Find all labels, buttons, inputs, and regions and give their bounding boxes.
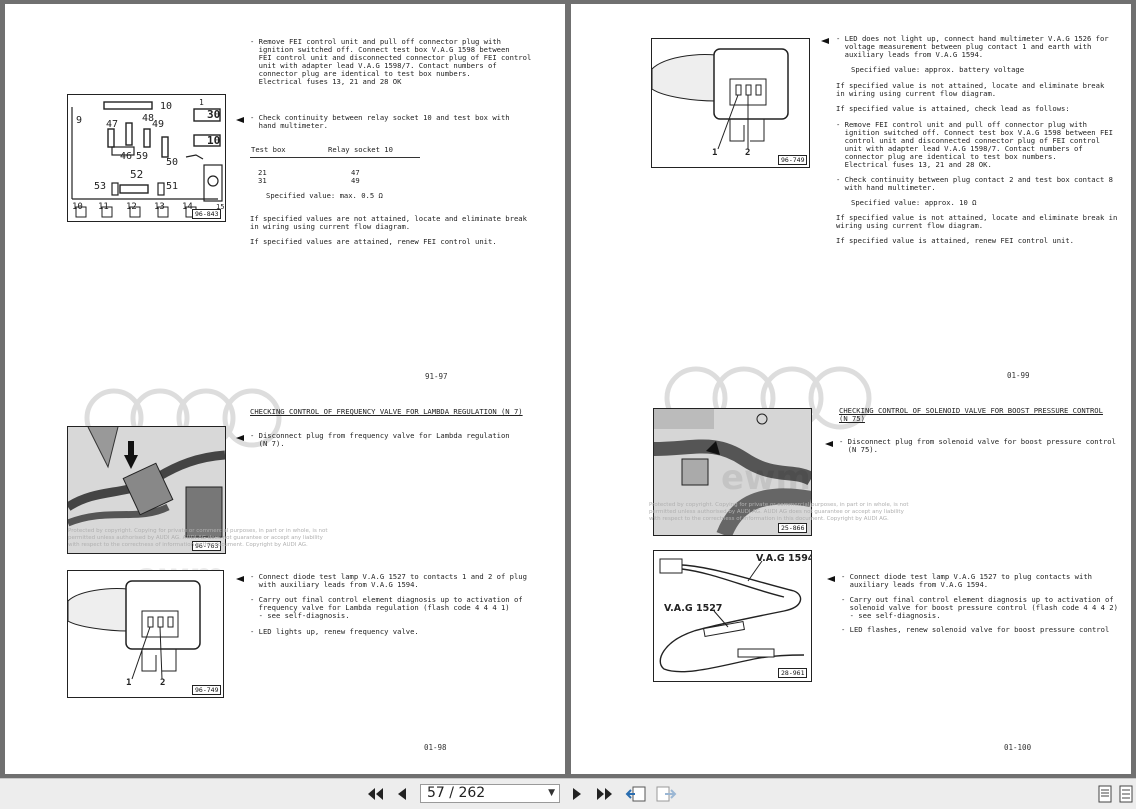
relay-label-46: 46	[120, 151, 133, 162]
figure-code-frequency: 96-763	[192, 541, 222, 551]
figure-code-plug: 96-749	[192, 685, 222, 695]
final-diagnosis-instruction: - Carry out final control element diagno…	[250, 595, 523, 620]
frequency-valve-heading: CHECKING CONTROL OF FREQUENCY VALVE FOR …	[250, 407, 523, 416]
table-divider	[250, 157, 420, 158]
relay-continuity-check: - Check continuity between relay socket …	[250, 113, 510, 130]
relay-label-52: 52	[130, 168, 144, 181]
document-viewport[interactable]: - Remove FEI control unit and pull off c…	[0, 0, 1136, 778]
pin-label-2: 2	[745, 148, 751, 158]
led-lights-up-instruction: - LED lights up, renew frequency valve.	[250, 627, 419, 636]
history-forward-icon[interactable]	[654, 785, 678, 803]
specified-battery-voltage: Specified value: approx. battery voltage	[851, 65, 1025, 74]
relay-label-50: 50	[166, 157, 179, 168]
pointer-arrow-icon	[236, 117, 244, 123]
vag-1527-label: V.A.G 1527	[664, 603, 723, 614]
attained-note: If specified values are attained, renew …	[250, 237, 497, 246]
remove-fei-instruction: - Remove FEI control unit and pull off c…	[250, 37, 532, 86]
skip-first-icon[interactable]	[364, 785, 386, 803]
continuity-check-instruction: - Check continuity between plug contact …	[836, 175, 1113, 192]
vag-1594-label: V.A.G 1594	[756, 553, 812, 564]
relay-label-b13: 13	[154, 202, 165, 212]
attained-check-lead: If specified value is attained, check le…	[836, 104, 1070, 113]
plug-contacts-figure: 1 2 96-749	[67, 570, 224, 698]
next-icon[interactable]	[568, 785, 586, 803]
pointer-arrow-icon	[236, 435, 244, 441]
plug-figure-upper: 1 2 96-749	[651, 38, 810, 168]
total-pages-value: 262	[458, 785, 486, 801]
relay-label-51: 51	[166, 181, 179, 192]
diode-lamp-instruction: - Connect diode test lamp V.A.G 1527 to …	[250, 572, 527, 589]
led-not-lit-instruction: - LED does not light up, connect hand mu…	[836, 34, 1109, 59]
not-attained-note-1: If specified value is not attained, loca…	[836, 81, 1105, 98]
page-number-upper-left: 91-97	[425, 372, 448, 381]
chevron-down-icon[interactable]: ▼	[548, 785, 555, 802]
led-flashes-instruction: - LED flashes, renew solenoid valve for …	[841, 625, 1110, 634]
solenoid-valve-photo: 25-866	[653, 408, 812, 536]
figure-code-relay: 96-843	[192, 209, 222, 219]
remove-fei-instruction: - Remove FEI control unit and pull off c…	[836, 120, 1113, 169]
relay-label-53: 53	[94, 181, 107, 192]
history-back-icon[interactable]	[624, 785, 648, 803]
relay-label-10-right: 10	[207, 134, 221, 147]
relay-label-49: 49	[152, 119, 165, 130]
pointer-arrow-icon	[825, 441, 833, 447]
table-col-test-box: 21 31	[258, 168, 267, 185]
table-header-test-box: Test box	[251, 145, 286, 154]
relay-panel-figure: 1 10 30 9 47 48 49 10 46 59 50 52 53 51 …	[67, 94, 226, 222]
page-right: 1 2 96-749 - LED does not light up, conn…	[571, 4, 1131, 774]
pointer-arrow-icon	[821, 38, 829, 44]
figure-code-test-lamp: 28-961	[778, 668, 808, 678]
skip-last-icon[interactable]	[594, 785, 616, 803]
relay-label-9: 9	[76, 115, 83, 126]
disconnect-solenoid-instruction: - Disconnect plug from solenoid valve fo…	[839, 437, 1116, 454]
current-page-value: 57	[427, 785, 445, 801]
not-attained-note-2: If specified value is not attained, loca…	[836, 213, 1118, 230]
relay-label-1: 1	[199, 98, 204, 107]
specified-value-resistance: Specified value: max. 0.5 Ω	[266, 191, 383, 200]
table-header-relay-socket: Relay socket 10	[328, 145, 393, 154]
relay-label-30: 30	[207, 108, 221, 121]
specified-value-10-ohm: Specified value: approx. 10 Ω	[851, 198, 977, 207]
two-page-view-icon[interactable]	[1118, 785, 1134, 803]
final-diagnosis-instruction: - Carry out final control element diagno…	[841, 595, 1118, 620]
relay-label-47: 47	[106, 119, 119, 130]
figure-code-plug-upper: 96-749	[778, 155, 808, 165]
table-col-relay-socket: 47 49	[351, 168, 360, 185]
page-number-input[interactable]: 57 / 262 ▼	[420, 784, 560, 803]
page-separator: /	[449, 785, 454, 801]
relay-label-b12: 12	[126, 202, 137, 212]
attained-renew-note: If specified value is attained, renew FE…	[836, 236, 1074, 245]
page-left: - Remove FEI control unit and pull off c…	[5, 4, 565, 774]
not-attained-note: If specified values are not attained, lo…	[250, 214, 527, 231]
pin-label-2: 2	[160, 678, 166, 688]
navigation-toolbar: 57 / 262 ▼	[0, 778, 1136, 809]
previous-icon[interactable]	[393, 785, 411, 803]
diode-lamp-instruction: - Connect diode test lamp V.A.G 1527 to …	[841, 572, 1092, 589]
figure-code-solenoid: 25-866	[778, 523, 808, 533]
frequency-valve-photo: 96-763	[67, 426, 226, 554]
pin-label-1: 1	[712, 148, 718, 158]
page-number-lower-left: 01-98	[424, 743, 447, 752]
relay-label-10-top: 10	[160, 101, 173, 112]
pointer-arrow-icon	[236, 576, 244, 582]
pin-label-1: 1	[126, 678, 132, 688]
page-number-lower-right: 01-100	[1004, 743, 1032, 752]
relay-label-b11: 11	[98, 202, 109, 212]
test-lamp-figure: V.A.G 1594 V.A.G 1527 28-961	[653, 550, 812, 682]
page-number-upper-right: 01-99	[1007, 371, 1030, 380]
pointer-arrow-icon	[827, 576, 835, 582]
relay-label-b10: 10	[72, 202, 83, 212]
solenoid-valve-heading: CHECKING CONTROL OF SOLENOID VALVE FOR B…	[839, 406, 1103, 423]
disconnect-plug-instruction: - Disconnect plug from frequency valve f…	[250, 431, 510, 448]
single-page-view-icon[interactable]	[1096, 785, 1114, 803]
relay-label-59: 59	[136, 151, 149, 162]
